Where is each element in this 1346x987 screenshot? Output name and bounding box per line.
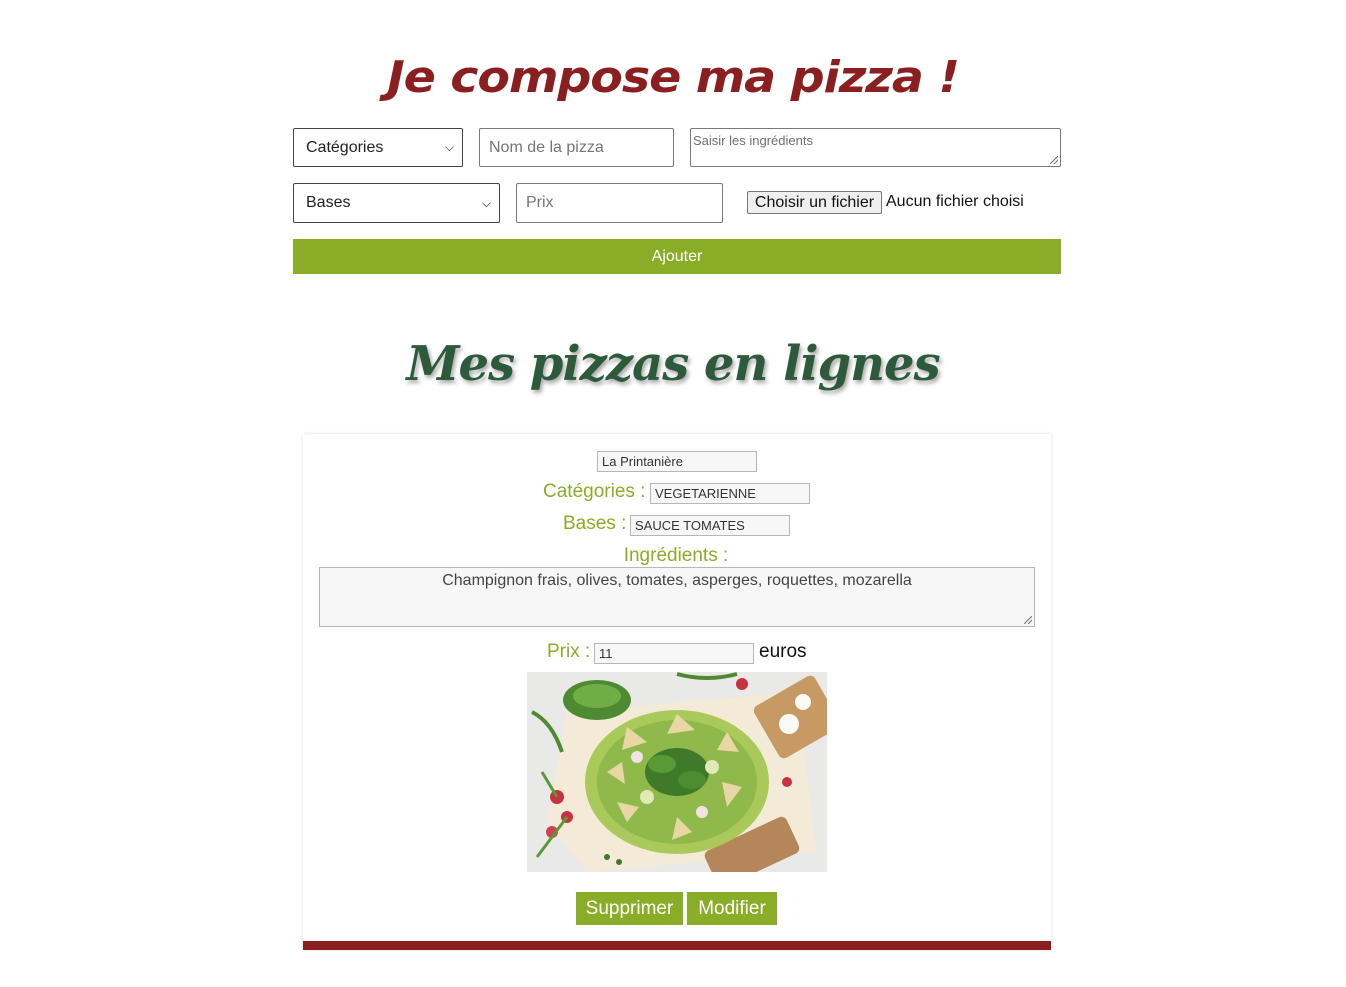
pizza-name-field[interactable]: La Printanière bbox=[597, 451, 757, 472]
category-select-value: Catégories bbox=[306, 138, 384, 156]
ingredients-field[interactable]: Champignon frais, olives, tomates, asper… bbox=[319, 567, 1035, 627]
resize-handle-icon[interactable] bbox=[1050, 156, 1058, 164]
base-label: Bases : bbox=[563, 513, 627, 534]
file-status: Aucun fichier choisi bbox=[886, 193, 1024, 210]
ingredients-value: Champignon frais, olives, tomates, asper… bbox=[442, 572, 912, 589]
edit-button[interactable]: Modifier bbox=[687, 892, 777, 925]
price-label: Prix : bbox=[547, 641, 591, 662]
resize-handle-icon[interactable] bbox=[1024, 616, 1032, 624]
base-select-value: Bases bbox=[306, 194, 351, 211]
ingredients-textarea[interactable]: Saisir les ingrédients bbox=[690, 128, 1061, 167]
price-input[interactable]: Prix bbox=[516, 183, 723, 223]
base-select[interactable]: Bases ⌵ bbox=[293, 183, 500, 223]
price-unit: euros bbox=[759, 641, 807, 662]
add-button[interactable]: Ajouter bbox=[293, 239, 1061, 274]
chevron-down-icon: ⌵ bbox=[444, 140, 454, 154]
pizza-name-placeholder: Nom de la pizza bbox=[489, 138, 604, 156]
page-title: Je compose ma pizza ! bbox=[387, 52, 960, 103]
price-field[interactable]: 11 bbox=[594, 643, 754, 664]
category-field[interactable]: VEGETARIENNE bbox=[650, 483, 810, 504]
section-title: Mes pizzas en lignes bbox=[406, 336, 940, 392]
delete-button[interactable]: Supprimer bbox=[576, 892, 683, 925]
chevron-down-icon: ⌵ bbox=[481, 195, 491, 210]
pizza-name-input[interactable]: Nom de la pizza bbox=[479, 128, 674, 167]
ingredients-placeholder: Saisir les ingrédients bbox=[693, 133, 813, 148]
ingredients-label: Ingrédients : bbox=[623, 545, 729, 566]
category-label: Catégories : bbox=[543, 481, 646, 502]
category-select[interactable]: Catégories ⌵ bbox=[293, 128, 463, 167]
choose-file-button[interactable]: Choisir un fichier bbox=[747, 191, 882, 214]
price-placeholder: Prix bbox=[526, 194, 554, 211]
base-field[interactable]: SAUCE TOMATES bbox=[630, 515, 790, 536]
pizza-image bbox=[527, 672, 827, 872]
